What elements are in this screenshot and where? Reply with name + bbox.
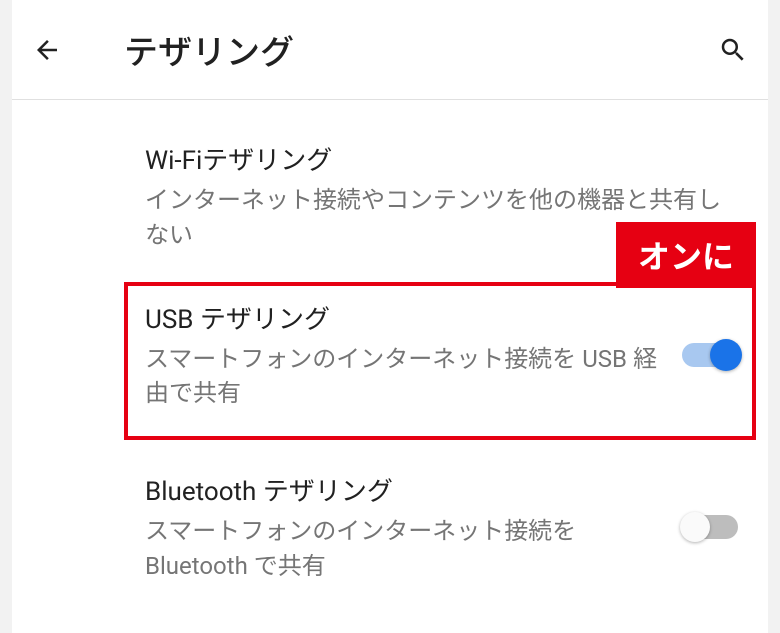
setting-item-usb-tethering[interactable]: USB テザリング スマートフォンのインターネット接続を USB 経由で共有: [0, 273, 780, 438]
search-icon[interactable]: [716, 33, 750, 67]
setting-title: USB テザリング: [145, 299, 662, 336]
settings-list: Wi-Fiテザリング インターネット接続やコンテンツを他の機器と共有しない US…: [0, 100, 780, 604]
setting-title: Wi-Fiテザリング: [145, 140, 726, 177]
setting-title: Bluetooth テザリング: [145, 471, 662, 508]
setting-text: Wi-Fiテザリング インターネット接続やコンテンツを他の機器と共有しない: [145, 140, 746, 253]
back-arrow-icon[interactable]: [30, 33, 64, 67]
usb-tethering-toggle[interactable]: [682, 343, 738, 367]
setting-item-wifi-tethering[interactable]: Wi-Fiテザリング インターネット接続やコンテンツを他の機器と共有しない: [0, 120, 780, 273]
setting-text: Bluetooth テザリング スマートフォンのインターネット接続を Bluet…: [145, 471, 682, 584]
setting-subtitle: スマートフォンのインターネット接続を USB 経由で共有: [145, 342, 662, 412]
setting-subtitle: スマートフォンのインターネット接続を Bluetooth で共有: [145, 514, 662, 584]
bluetooth-tethering-toggle[interactable]: [682, 515, 738, 539]
page-title: テザリング: [124, 25, 716, 74]
app-header: テザリング: [0, 0, 780, 100]
setting-text: USB テザリング スマートフォンのインターネット接続を USB 経由で共有: [145, 299, 682, 412]
setting-item-bluetooth-tethering[interactable]: Bluetooth テザリング スマートフォンのインターネット接続を Bluet…: [0, 437, 780, 604]
setting-subtitle: インターネット接続やコンテンツを他の機器と共有しない: [145, 183, 726, 253]
